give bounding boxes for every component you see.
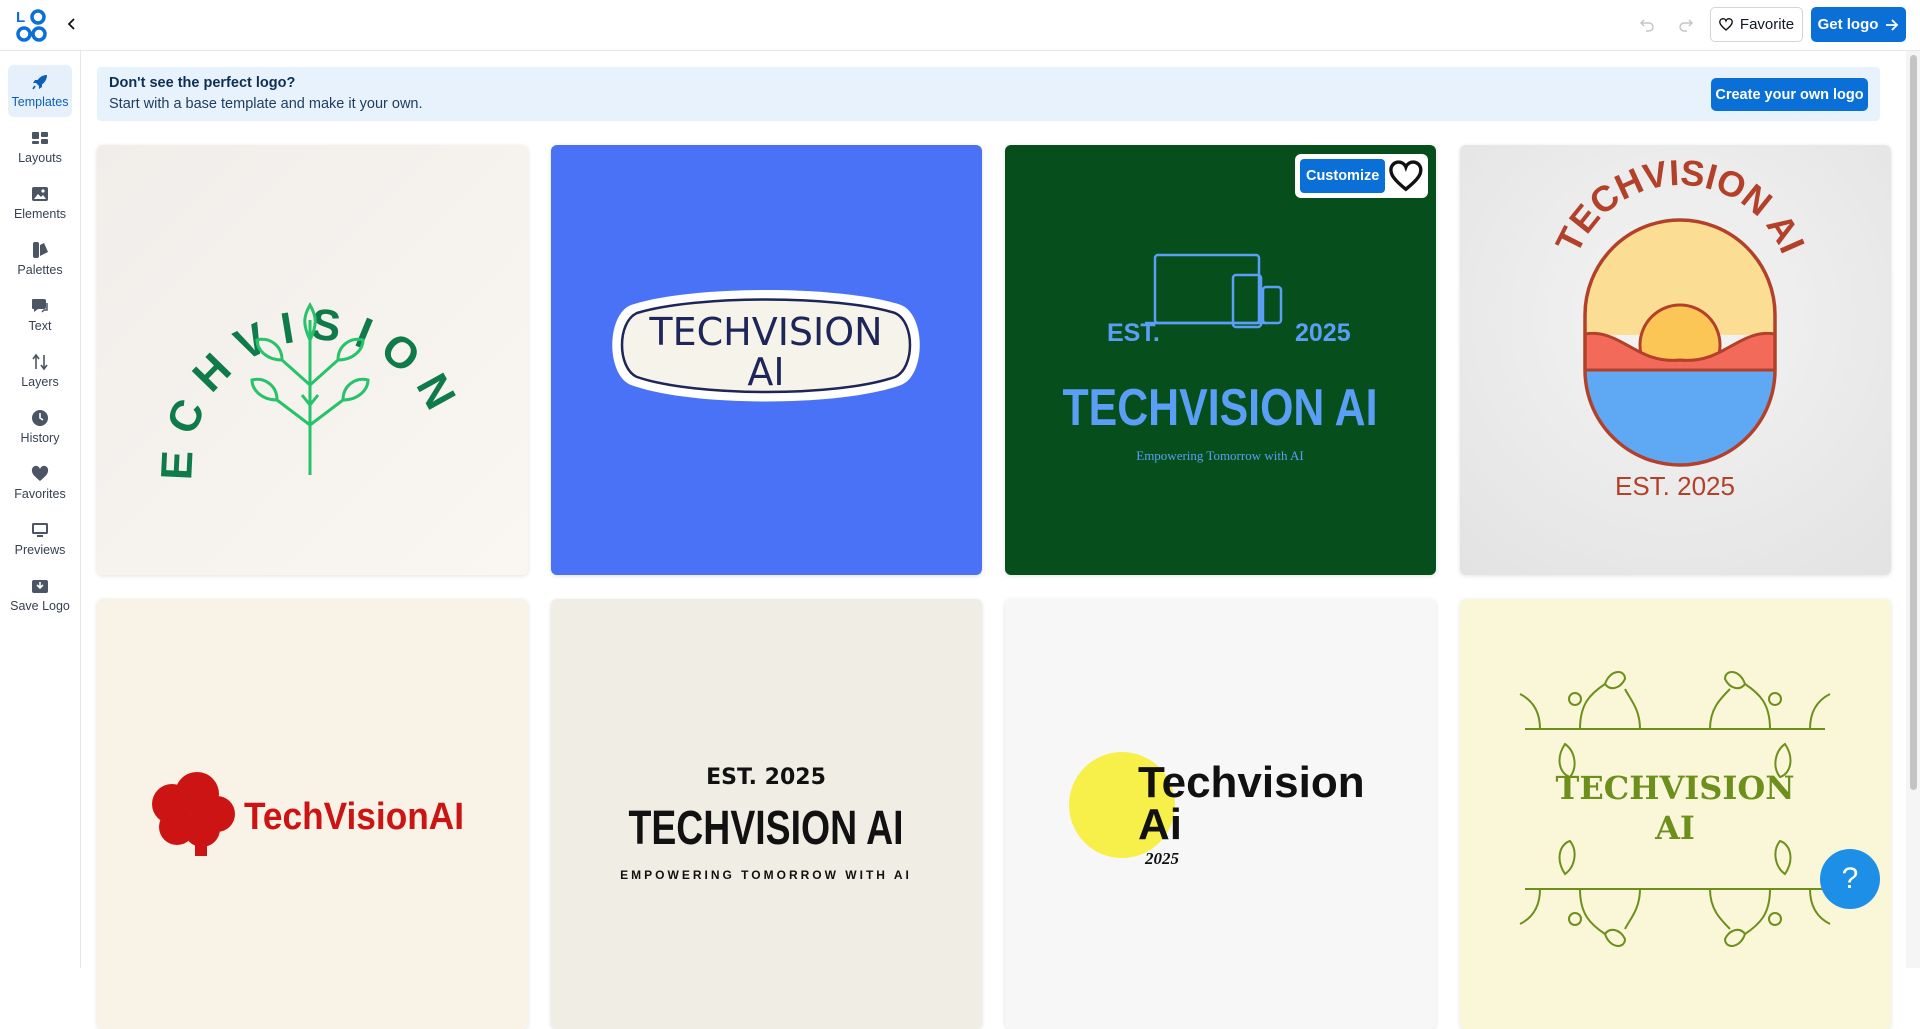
heart-outline-icon (1719, 18, 1733, 31)
template-card-1[interactable]: TECHVISION AI (97, 145, 528, 575)
sidebar-item-label: Favorites (14, 487, 66, 501)
redo-button[interactable] (1675, 14, 1697, 36)
template-banner: Don't see the perfect logo? Start with a… (97, 67, 1880, 121)
logo-preview: TechVisionAI (97, 599, 528, 1029)
clock-icon (32, 410, 48, 426)
logo-est: EST. (1107, 319, 1160, 347)
sidebar-item-layouts[interactable]: Layouts (8, 121, 72, 173)
sidebar-item-palettes[interactable]: Palettes (8, 233, 72, 285)
template-card-6[interactable]: EST. 2025 TECHVISION AI EMPOWERING TOMOR… (551, 599, 982, 1029)
sidebar: Templates Layouts Elements Palettes Text… (0, 51, 81, 968)
logo-tagline: EMPOWERING TOMORROW WITH AI (620, 868, 912, 882)
card-actions: Customize (1295, 154, 1428, 198)
image-icon (32, 187, 48, 201)
favorite-label: Favorite (1739, 16, 1795, 33)
logo-est: EST. 2025 (1615, 471, 1735, 501)
banner-subtitle: Start with a base template and make it y… (109, 96, 423, 112)
logo-name: TechVisionAI (244, 796, 464, 838)
sidebar-item-label: Layouts (18, 151, 62, 165)
svg-text:L: L (16, 9, 25, 26)
sidebar-item-templates[interactable]: Templates (8, 65, 72, 117)
app-logo[interactable]: L (16, 8, 48, 42)
template-card-3[interactable]: EST. 2025 TECHVISION AI Empowering Tomor… (1005, 145, 1436, 575)
logo-name: TECHVISION AI (1063, 379, 1378, 437)
vertical-scrollbar[interactable] (1906, 51, 1920, 968)
help-button[interactable]: ? (1820, 849, 1880, 909)
card-favorite-button[interactable] (1389, 159, 1423, 193)
create-your-own-logo-button[interactable]: Create your own logo (1711, 78, 1868, 111)
template-card-5[interactable]: TechVisionAI (97, 599, 528, 1029)
logo-name: TECHVISION AI (629, 802, 904, 855)
chevron-left-icon (67, 18, 75, 30)
get-logo-label: Get logo (1817, 16, 1879, 33)
back-button[interactable] (62, 14, 82, 34)
sidebar-item-favorites[interactable]: Favorites (8, 457, 72, 509)
banner-title: Don't see the perfect logo? (109, 75, 296, 91)
logo-line1: TECHVISION (1556, 769, 1795, 807)
layers-arrows-icon (32, 353, 48, 371)
rocket-icon (32, 75, 47, 90)
sidebar-item-label: Elements (13, 207, 67, 221)
redo-icon (1679, 19, 1694, 32)
logo-preview: TECHVISION AI EST. 2025 (1460, 145, 1891, 575)
logo-line2: AI (747, 350, 784, 394)
template-card-4[interactable]: TECHVISION AI EST. 2025 (1460, 145, 1891, 575)
undo-button[interactable] (1636, 14, 1658, 36)
scrollbar-thumb[interactable] (1910, 55, 1917, 790)
sidebar-item-label: Palettes (17, 263, 63, 277)
sidebar-item-previews[interactable]: Previews (8, 513, 72, 565)
sidebar-item-layers[interactable]: Layers (8, 345, 72, 397)
logo-tagline: Empowering Tomorrow with AI (1136, 448, 1303, 463)
layouts-icon (32, 132, 48, 144)
logo-line2: Ai (1138, 800, 1182, 849)
template-card-7[interactable]: Techvision Ai 2025 (1005, 599, 1436, 1029)
sidebar-item-elements[interactable]: Elements (8, 177, 72, 229)
sidebar-item-label: History (20, 431, 60, 445)
customize-button[interactable]: Customize (1300, 159, 1386, 193)
sidebar-item-label: Text (28, 319, 52, 333)
logo-preview: TECHVISION AI (97, 145, 528, 575)
palette-icon (33, 242, 48, 258)
heart-icon (31, 465, 49, 481)
template-card-2[interactable]: TECHVISION AI (551, 145, 982, 575)
logo-line1: TECHVISION (648, 310, 882, 354)
logo-preview: EST. 2025 TECHVISION AI Empowering Tomor… (1005, 145, 1436, 575)
sidebar-item-label: Layers (21, 375, 59, 389)
sidebar-item-save-logo[interactable]: Save Logo (8, 569, 72, 621)
monitor-icon (32, 523, 48, 537)
top-bar: L Favorite Get logo (0, 0, 1920, 51)
sidebar-item-label: Save Logo (10, 599, 70, 613)
undo-icon (1639, 19, 1654, 32)
heart-outline-icon (1389, 160, 1423, 192)
favorite-button[interactable]: Favorite (1710, 7, 1803, 42)
template-card-8[interactable]: TECHVISION AI (1460, 599, 1891, 1029)
arrow-right-icon (1886, 18, 1899, 31)
get-logo-button[interactable]: Get logo (1811, 7, 1906, 42)
sidebar-item-label: Templates (11, 95, 69, 109)
logo-line2: AI (1654, 809, 1695, 847)
sidebar-item-history[interactable]: History (8, 401, 72, 453)
download-box-icon (32, 580, 48, 593)
chat-bubble-icon (32, 299, 48, 313)
logo-est: EST. 2025 (706, 765, 826, 790)
logo-preview: TECHVISION AI (551, 145, 982, 575)
logo-year: 2025 (1144, 849, 1180, 868)
logo-year: 2025 (1295, 319, 1351, 347)
logo-preview: Techvision Ai 2025 (1005, 599, 1436, 1029)
sidebar-item-label: Previews (14, 543, 66, 557)
logo-preview: TECHVISION AI (1460, 599, 1891, 1029)
sidebar-item-text[interactable]: Text (8, 289, 72, 341)
logo-preview: EST. 2025 TECHVISION AI EMPOWERING TOMOR… (551, 599, 982, 1029)
